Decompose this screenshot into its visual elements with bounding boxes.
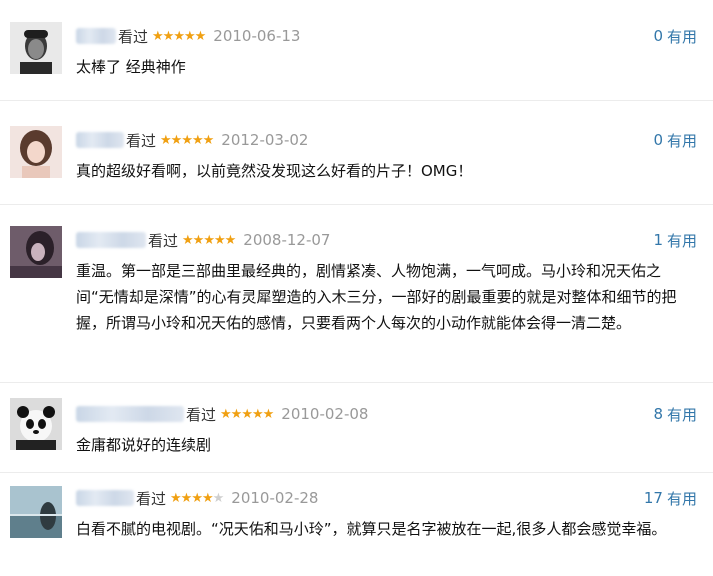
useful-label: 有用 bbox=[666, 131, 697, 150]
star-filled-icon: ★ bbox=[201, 490, 214, 506]
divider bbox=[0, 204, 713, 205]
review-date: 2008-12-07 bbox=[243, 231, 331, 249]
useful-count: 8 bbox=[653, 405, 663, 423]
username-blurred[interactable] bbox=[76, 232, 146, 248]
username-blurred[interactable] bbox=[76, 28, 116, 44]
review-date: 2010-02-08 bbox=[281, 405, 369, 423]
useful-count: 0 bbox=[653, 131, 663, 149]
watched-label: 看过 bbox=[136, 489, 167, 508]
useful-button[interactable]: 0 有用 bbox=[653, 128, 697, 152]
star-filled-icon: ★ bbox=[162, 28, 175, 44]
star-filled-icon: ★ bbox=[170, 490, 182, 506]
user-portrait-icon bbox=[10, 226, 62, 278]
star-filled-icon: ★ bbox=[203, 232, 215, 248]
useful-count: 0 bbox=[653, 27, 663, 45]
star-filled-icon: ★ bbox=[191, 132, 204, 148]
star-filled-icon: ★ bbox=[180, 490, 193, 506]
divider bbox=[0, 382, 713, 383]
watched-label: 看过 bbox=[126, 131, 157, 150]
watched-label: 看过 bbox=[118, 27, 149, 46]
review-date: 2010-02-28 bbox=[231, 489, 319, 507]
star-filled-icon: ★ bbox=[241, 406, 253, 422]
useful-label: 有用 bbox=[666, 27, 697, 46]
star-filled-icon: ★ bbox=[251, 406, 264, 422]
avatar[interactable] bbox=[10, 226, 62, 278]
review-date: 2012-03-02 bbox=[221, 131, 309, 149]
useful-button[interactable]: 1 有用 bbox=[653, 228, 697, 252]
useful-count: 1 bbox=[653, 231, 663, 249]
review-date: 2010-06-13 bbox=[213, 27, 301, 45]
star-filled-icon: ★ bbox=[191, 490, 203, 506]
rating-stars: ★★★★★ bbox=[160, 132, 215, 148]
useful-label: 有用 bbox=[666, 489, 697, 508]
star-filled-icon: ★ bbox=[183, 28, 196, 44]
user-portrait-icon bbox=[10, 22, 62, 74]
rating-stars: ★★★★★ bbox=[182, 232, 237, 248]
watched-label: 看过 bbox=[186, 405, 217, 424]
rating-stars: ★★★★★ bbox=[170, 490, 225, 506]
useful-count: 17 bbox=[643, 489, 663, 507]
avatar[interactable] bbox=[10, 126, 62, 178]
panda-avatar-icon bbox=[10, 398, 62, 450]
rating-stars: ★★★★★ bbox=[220, 406, 275, 422]
star-filled-icon: ★ bbox=[194, 28, 207, 44]
username-blurred[interactable] bbox=[76, 490, 134, 506]
star-filled-icon: ★ bbox=[182, 232, 194, 248]
avatar[interactable] bbox=[10, 398, 62, 450]
review-comment: 重温。第一部是三部曲里最经典的，剧情紧凑、人物饱满，一气呵成。马小玲和况天佑之间… bbox=[76, 262, 677, 332]
star-filled-icon: ★ bbox=[224, 232, 237, 248]
star-filled-icon: ★ bbox=[220, 406, 232, 422]
useful-button[interactable]: 17 有用 bbox=[644, 486, 697, 510]
username-blurred[interactable] bbox=[76, 406, 184, 422]
useful-button[interactable]: 0 有用 bbox=[653, 24, 697, 48]
review-comment: 金庸都说好的连续剧 bbox=[76, 436, 212, 454]
username-blurred[interactable] bbox=[76, 132, 124, 148]
watched-label: 看过 bbox=[148, 231, 179, 250]
useful-button[interactable]: 8 有用 bbox=[653, 402, 697, 426]
divider bbox=[0, 100, 713, 101]
star-filled-icon: ★ bbox=[181, 132, 193, 148]
review-comment: 太棒了 经典神作 bbox=[76, 58, 186, 76]
review-comment: 白看不腻的电视剧。“况天佑和马小玲”，就算只是名字被放在一起,很多人都会感觉幸福… bbox=[76, 520, 667, 538]
useful-label: 有用 bbox=[666, 405, 697, 424]
useful-label: 有用 bbox=[666, 231, 697, 250]
landscape-avatar-icon bbox=[10, 486, 62, 538]
avatar[interactable] bbox=[10, 486, 62, 538]
review-comment: 真的超级好看啊，以前竟然没发现这么好看的片子！OMG！ bbox=[76, 162, 473, 180]
star-filled-icon: ★ bbox=[152, 28, 164, 44]
star-filled-icon: ★ bbox=[160, 132, 172, 148]
star-filled-icon: ★ bbox=[262, 406, 275, 422]
star-filled-icon: ★ bbox=[192, 232, 205, 248]
divider bbox=[0, 472, 713, 473]
star-filled-icon: ★ bbox=[230, 406, 243, 422]
avatar[interactable] bbox=[10, 22, 62, 74]
star-filled-icon: ★ bbox=[213, 232, 226, 248]
star-filled-icon: ★ bbox=[202, 132, 215, 148]
star-filled-icon: ★ bbox=[170, 132, 183, 148]
star-filled-icon: ★ bbox=[173, 28, 185, 44]
star-empty-icon: ★ bbox=[212, 490, 225, 506]
rating-stars: ★★★★★ bbox=[152, 28, 207, 44]
user-portrait-icon bbox=[10, 126, 62, 178]
